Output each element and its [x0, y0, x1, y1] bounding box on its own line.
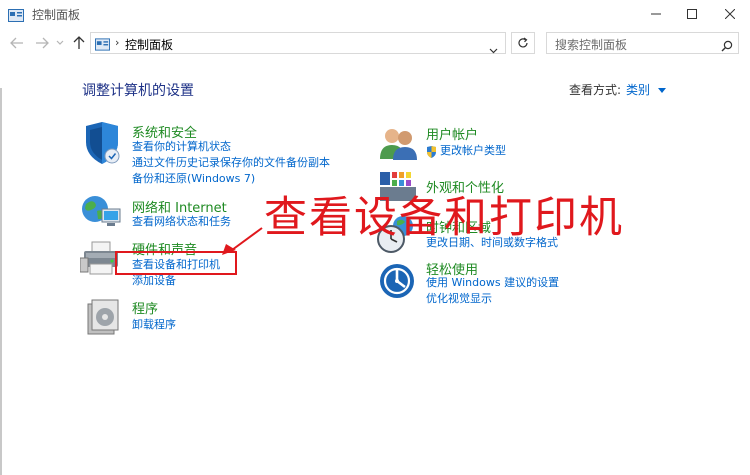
annotation-arrow-head — [222, 244, 236, 255]
highlight-box — [115, 251, 237, 275]
annotation-arrow-line — [231, 227, 263, 251]
annotation-text: 查看设备和打印机 — [264, 193, 624, 243]
